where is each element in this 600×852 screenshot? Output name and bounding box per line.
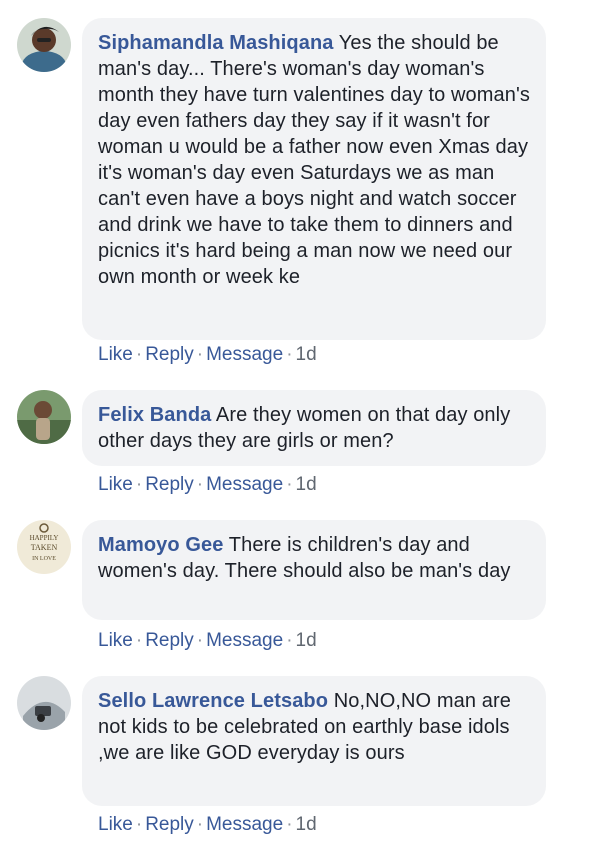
separator: ·	[196, 814, 204, 835]
separator: ·	[286, 814, 293, 835]
separator: ·	[196, 630, 204, 651]
message-link[interactable]: Message	[206, 814, 283, 835]
avatar-text: HAPPILY	[30, 534, 59, 542]
separator: ·	[286, 344, 293, 365]
separator: ·	[196, 474, 204, 495]
comment-bubble: Felix Banda Are they women on that day o…	[82, 390, 546, 466]
separator: ·	[135, 630, 143, 651]
avatar[interactable]	[17, 390, 71, 444]
avatar-text: TAKEN	[31, 543, 58, 552]
avatar-image	[17, 390, 71, 444]
separator: ·	[196, 344, 204, 365]
avatar-image	[17, 676, 71, 730]
like-link[interactable]: Like	[98, 630, 133, 651]
comment-actions: Like · Reply · Message · 1d	[98, 344, 317, 366]
avatar-image	[17, 18, 71, 72]
comment-text: Yes the should be man's day... There's w…	[98, 32, 530, 288]
comment-author[interactable]: Sello Lawrence Letsabo	[98, 690, 328, 712]
message-link[interactable]: Message	[206, 344, 283, 365]
comment-actions: Like · Reply · Message · 1d	[98, 630, 317, 652]
avatar-text: IN LOVE	[32, 556, 56, 562]
like-link[interactable]: Like	[98, 344, 133, 365]
like-link[interactable]: Like	[98, 474, 133, 495]
avatar-image: HAPPILY TAKEN IN LOVE	[17, 520, 71, 574]
separator: ·	[286, 474, 293, 495]
comment-author[interactable]: Mamoyo Gee	[98, 534, 223, 556]
avatar[interactable]	[17, 676, 71, 730]
reply-link[interactable]: Reply	[145, 630, 194, 651]
avatar[interactable]: HAPPILY TAKEN IN LOVE	[17, 520, 71, 574]
comment-bubble: Mamoyo Gee There is children's day and w…	[82, 520, 546, 620]
comment-author[interactable]: Siphamandla Mashiqana	[98, 32, 334, 54]
avatar[interactable]	[17, 18, 71, 72]
reply-link[interactable]: Reply	[145, 474, 194, 495]
comment-actions: Like · Reply · Message · 1d	[98, 474, 317, 496]
timestamp[interactable]: 1d	[296, 630, 317, 651]
comment-bubble: Sello Lawrence Letsabo No,NO,NO man are …	[82, 676, 546, 806]
message-link[interactable]: Message	[206, 630, 283, 651]
timestamp[interactable]: 1d	[296, 474, 317, 495]
comment-author[interactable]: Felix Banda	[98, 404, 211, 426]
reply-link[interactable]: Reply	[145, 344, 194, 365]
timestamp[interactable]: 1d	[296, 814, 317, 835]
timestamp[interactable]: 1d	[296, 344, 317, 365]
message-link[interactable]: Message	[206, 474, 283, 495]
separator: ·	[286, 630, 293, 651]
comment-bubble: Siphamandla Mashiqana Yes the should be …	[82, 18, 546, 340]
like-link[interactable]: Like	[98, 814, 133, 835]
separator: ·	[135, 474, 143, 495]
separator: ·	[135, 344, 143, 365]
comment-actions: Like · Reply · Message · 1d	[98, 814, 317, 836]
reply-link[interactable]: Reply	[145, 814, 194, 835]
separator: ·	[135, 814, 143, 835]
